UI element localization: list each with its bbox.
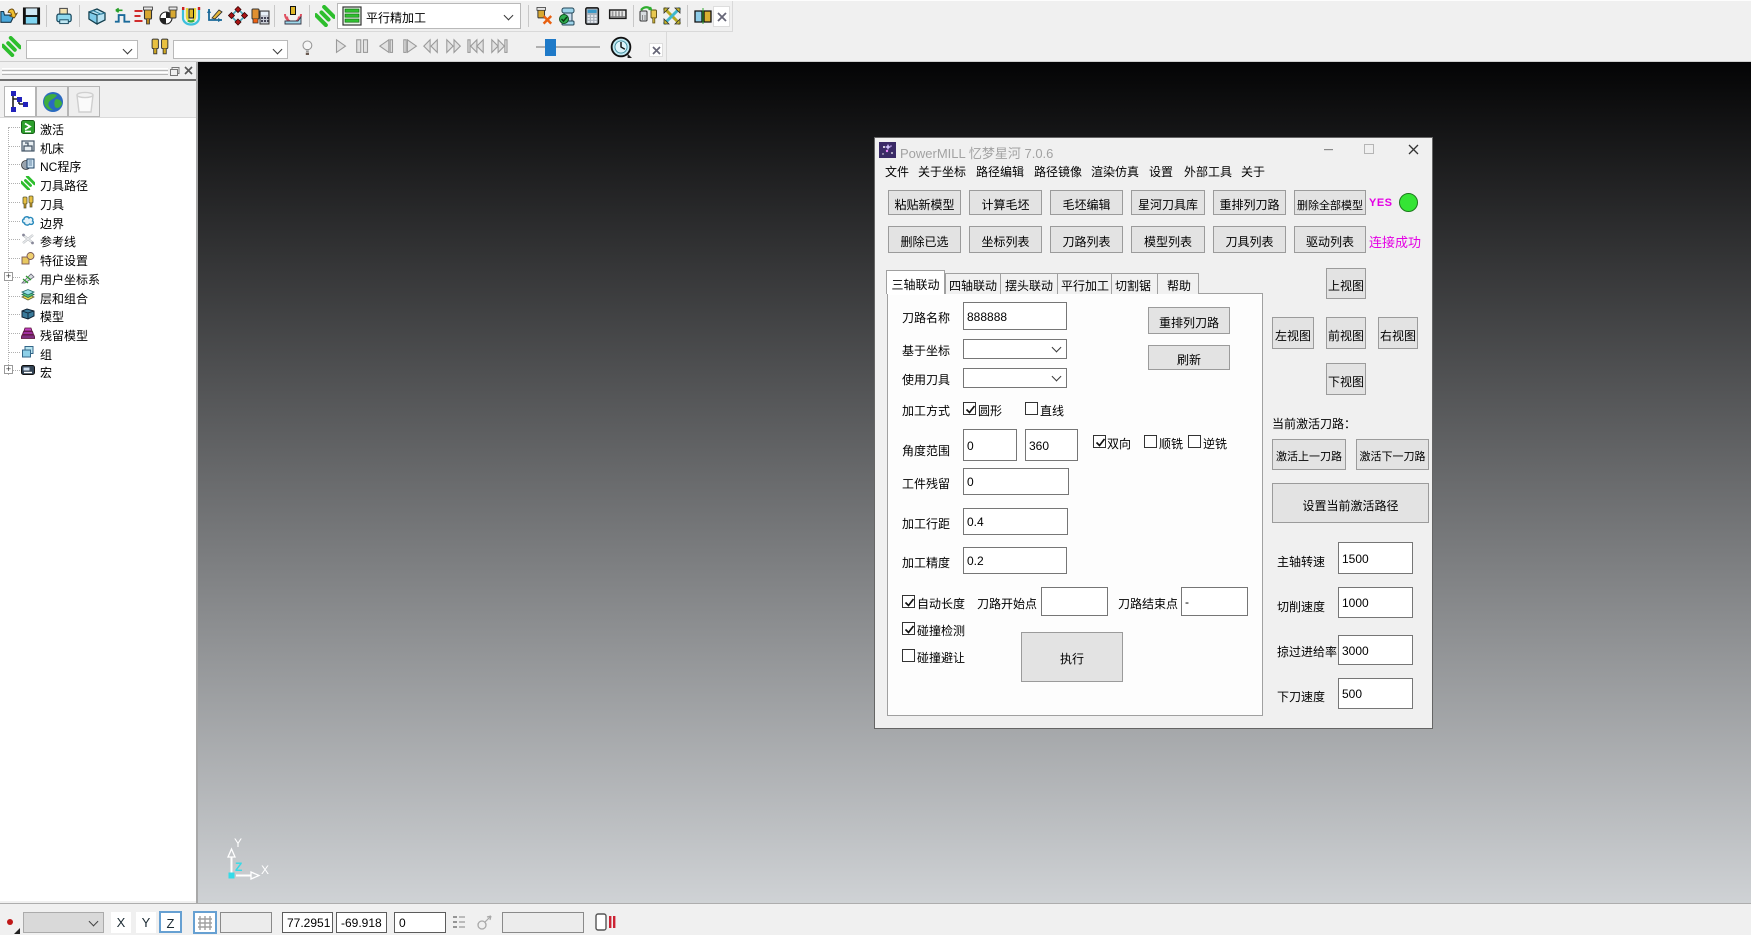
svg-text:X: X	[261, 863, 269, 877]
svg-text:Z: Z	[235, 860, 242, 874]
svg-text:Y: Y	[234, 836, 242, 850]
